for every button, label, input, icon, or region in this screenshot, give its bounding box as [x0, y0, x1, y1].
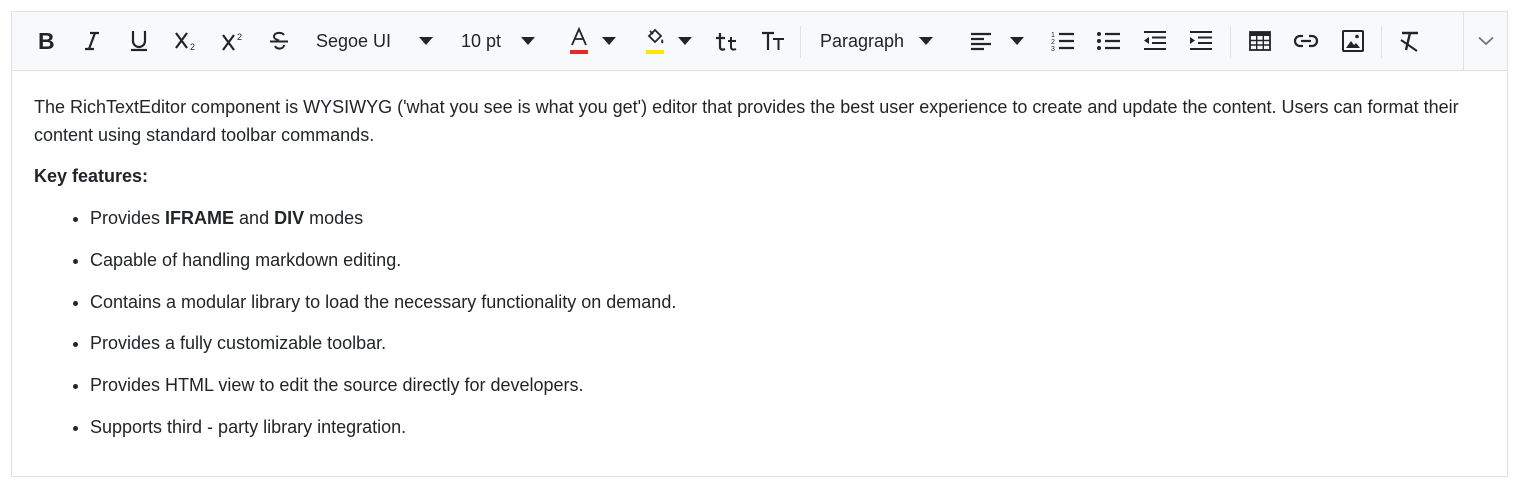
- toolbar-separator: [800, 26, 801, 58]
- svg-text:B: B: [38, 30, 55, 52]
- fill-bucket-icon: [646, 28, 664, 54]
- list-item: Provides a fully customizable toolbar.: [90, 329, 1485, 357]
- list-item: Contains a modular library to load the n…: [90, 288, 1485, 316]
- caret-down-icon: [919, 37, 933, 45]
- key-features-heading: Key features:: [34, 166, 149, 186]
- toolbar-separator: [1381, 26, 1382, 58]
- bold-button[interactable]: B: [32, 12, 60, 70]
- list-item-bold-text: IFRAME: [165, 208, 235, 228]
- caret-down-icon: [602, 37, 616, 45]
- decrease-indent-button[interactable]: [1140, 12, 1170, 70]
- list-item-text: Provides: [90, 208, 166, 228]
- superscript-button[interactable]: 2: [219, 12, 247, 70]
- toolbar-expand-button[interactable]: [1463, 12, 1507, 70]
- toolbar-separator: [1230, 26, 1231, 58]
- font-size-dropdown[interactable]: 10 pt: [461, 12, 551, 70]
- background-color-button[interactable]: [640, 12, 670, 70]
- bold-icon: B: [38, 30, 55, 52]
- svg-text:2: 2: [237, 32, 242, 42]
- caret-down-icon: [419, 37, 433, 45]
- ordered-list-button[interactable]: 1 2 3: [1048, 12, 1078, 70]
- italic-button[interactable]: [78, 12, 106, 70]
- alignment-button[interactable]: [966, 12, 996, 70]
- image-icon: [1342, 30, 1364, 52]
- unordered-list-icon: [1097, 32, 1120, 50]
- table-icon: [1249, 31, 1271, 51]
- list-item: Provides IFRAME and DIV modes: [90, 204, 1485, 232]
- uppercase-button[interactable]: [758, 12, 788, 70]
- underline-icon: [131, 31, 147, 52]
- superscript-icon: 2: [222, 32, 242, 51]
- strikethrough-button[interactable]: [265, 12, 293, 70]
- editor-content[interactable]: The RichTextEditor component is WYSIWYG …: [12, 71, 1507, 441]
- editor-toolbar: B 2 2 Segoe UI 10 pt Paragraph 1 2 3: [12, 12, 1507, 71]
- font-color-dropdown[interactable]: [598, 12, 620, 70]
- font-color-button[interactable]: [564, 12, 594, 70]
- underline-button[interactable]: [125, 12, 153, 70]
- font-color-icon: [570, 27, 588, 54]
- link-icon: [1293, 34, 1319, 48]
- intro-paragraph: The RichTextEditor component is WYSIWYG …: [34, 97, 1459, 145]
- lowercase-button[interactable]: [712, 12, 742, 70]
- format-dropdown[interactable]: Paragraph: [820, 12, 950, 70]
- insert-image-button[interactable]: [1338, 12, 1368, 70]
- ordered-list-icon: 1 2 3: [1051, 32, 1074, 53]
- chevron-down-icon: [1477, 36, 1494, 46]
- caret-down-icon: [1010, 37, 1024, 45]
- list-item: Capable of handling markdown editing.: [90, 246, 1485, 274]
- font-color-swatch: [570, 50, 588, 54]
- svg-text:2: 2: [190, 42, 195, 52]
- list-item-text: modes: [304, 208, 364, 228]
- features-list: Provides IFRAME and DIV modes Capable of…: [34, 204, 1485, 441]
- caret-down-icon: [678, 37, 692, 45]
- clear-format-icon: [1400, 31, 1418, 52]
- list-item-bold-text: DIV: [274, 208, 305, 228]
- font-name-value: Segoe UI: [316, 30, 392, 51]
- italic-icon: [85, 31, 99, 51]
- caret-down-icon: [521, 37, 535, 45]
- indent-icon: [1190, 31, 1212, 50]
- alignment-dropdown[interactable]: [1006, 12, 1028, 70]
- align-left-icon: [971, 32, 991, 51]
- uppercase-icon: [762, 31, 784, 50]
- lowercase-icon: [716, 33, 737, 51]
- font-name-dropdown[interactable]: Segoe UI: [316, 12, 444, 70]
- unordered-list-button[interactable]: [1094, 12, 1124, 70]
- background-color-swatch: [646, 50, 664, 54]
- subscript-button[interactable]: 2: [172, 12, 200, 70]
- increase-indent-button[interactable]: [1186, 12, 1216, 70]
- list-item-text: and: [234, 208, 275, 228]
- list-item: Supports third - party library integrati…: [90, 413, 1485, 441]
- svg-text:1: 1: [1051, 32, 1055, 39]
- subscript-icon: 2: [175, 32, 195, 52]
- svg-text:2: 2: [1051, 39, 1055, 46]
- font-size-value: 10 pt: [461, 30, 502, 51]
- insert-link-button[interactable]: [1291, 12, 1321, 70]
- svg-text:3: 3: [1051, 46, 1055, 53]
- strikethrough-icon: [270, 31, 288, 50]
- insert-table-button[interactable]: [1245, 12, 1275, 70]
- format-value: Paragraph: [820, 30, 905, 51]
- outdent-icon: [1144, 31, 1166, 50]
- list-item: Provides HTML view to edit the source di…: [90, 371, 1485, 399]
- rich-text-editor: B 2 2 Segoe UI 10 pt Paragraph 1 2 3 The…: [11, 11, 1508, 477]
- clear-format-button[interactable]: [1395, 12, 1425, 70]
- background-color-dropdown[interactable]: [674, 12, 696, 70]
